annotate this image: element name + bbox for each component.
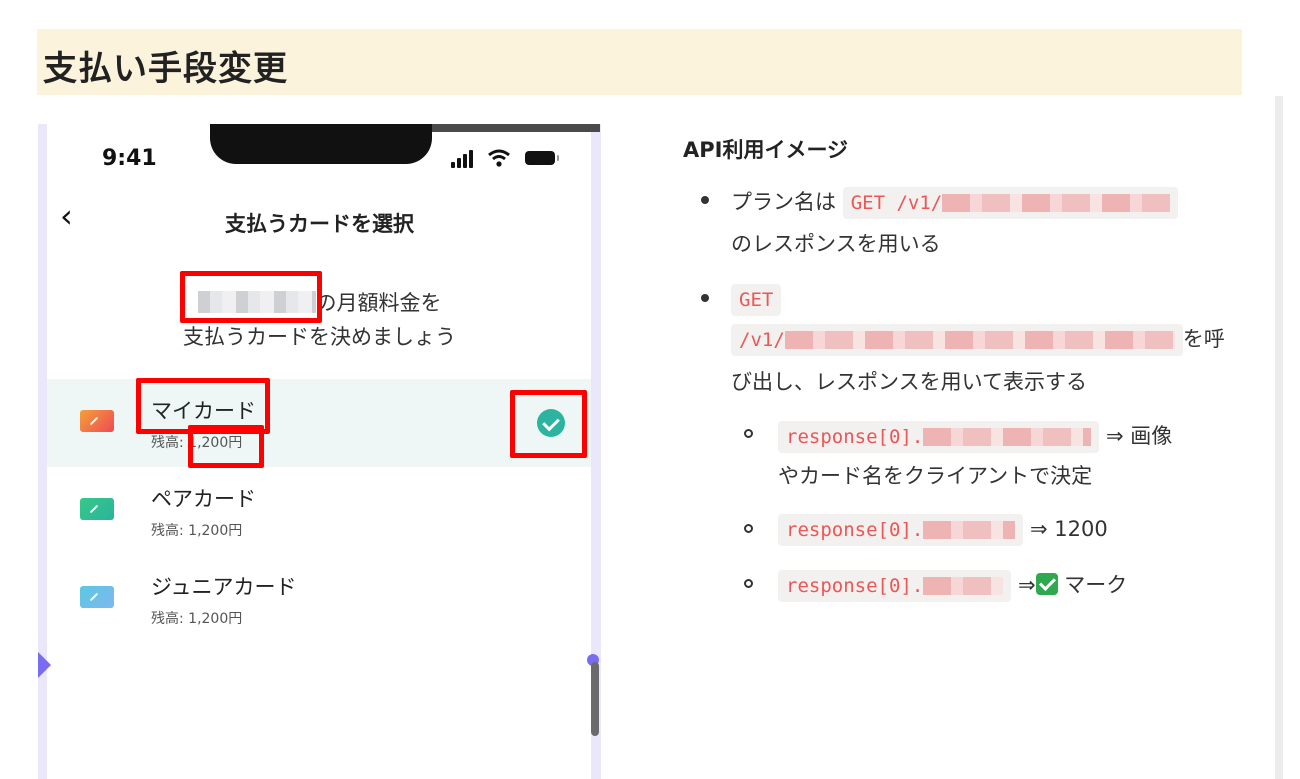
phone-mockup: 9:41 ‹ 支払うカードを選択 の月額料金を 支払うカードを決めましょう マイ… bbox=[38, 124, 601, 779]
bullet1-line1: プラン名は GET /v1/ bbox=[731, 186, 1179, 219]
card-icon bbox=[80, 410, 114, 432]
page-scrollbar[interactable] bbox=[1275, 96, 1283, 779]
code-response-image: response[0]. bbox=[778, 421, 1100, 453]
highlight-box-plan bbox=[180, 271, 322, 323]
bullet2-line2: /v1/を呼 bbox=[731, 323, 1225, 356]
drag-handle-left[interactable] bbox=[38, 652, 51, 678]
card-balance: 残高: 1,200円 bbox=[151, 523, 243, 539]
card-icon bbox=[80, 586, 114, 608]
bullet1-line2: のレスポンスを用いる bbox=[731, 232, 941, 256]
code-response-balance: response[0]. bbox=[778, 514, 1024, 546]
phone-scroll-thumb[interactable] bbox=[591, 662, 599, 736]
card-row-junior-card[interactable]: ジュニアカード 残高: 1,200円 bbox=[47, 555, 591, 643]
card-balance: 残高: 1,200円 bbox=[151, 611, 243, 627]
status-icons bbox=[451, 148, 571, 170]
doc-heading: API利用イメージ bbox=[683, 138, 849, 162]
sub-bullet-dot bbox=[744, 579, 753, 588]
page-title: 支払い手段変更 bbox=[43, 49, 288, 89]
code-response-selected: response[0]. bbox=[778, 570, 1012, 602]
nav-title: 支払うカードを選択 bbox=[225, 212, 414, 236]
code-get-plan: GET /v1/ bbox=[842, 187, 1179, 219]
code-get: GET bbox=[731, 284, 782, 316]
code-v1-path: /v1/ bbox=[731, 324, 1183, 356]
wifi-icon bbox=[488, 149, 510, 167]
status-time: 9:41 bbox=[102, 146, 157, 171]
sub-item-1-line1: response[0]. ⇒ 画像 bbox=[778, 420, 1172, 453]
card-row-pair-card[interactable]: ペアカード 残高: 1,200円 bbox=[47, 467, 591, 555]
sub-item-3: response[0]. ⇒ マーク bbox=[778, 569, 1127, 602]
lead-line-2: 支払うカードを決めましょう bbox=[183, 325, 456, 349]
card-name: ペアカード bbox=[151, 487, 256, 511]
check-mark-icon bbox=[1035, 573, 1058, 595]
bullet2-line1: GET bbox=[731, 284, 782, 316]
signal-icon bbox=[451, 148, 479, 168]
highlight-box-balance bbox=[188, 425, 264, 468]
card-name: ジュニアカード bbox=[151, 575, 297, 599]
bullet-dot bbox=[701, 294, 709, 302]
card-icon bbox=[80, 498, 114, 520]
bullet2-line3: び出し、レスポンスを用いて表示する bbox=[731, 370, 1087, 394]
sub-item-2: response[0]. ⇒ 1200 bbox=[778, 514, 1108, 546]
bullet-dot bbox=[701, 196, 709, 204]
device-notch bbox=[210, 124, 432, 164]
sub-item-1-line2: やカード名をクライアントで決定 bbox=[778, 464, 1093, 488]
battery-icon bbox=[525, 151, 559, 165]
sub-bullet-dot bbox=[744, 524, 753, 533]
page-title-bar: 支払い手段変更 bbox=[37, 29, 1242, 95]
highlight-box-check bbox=[510, 390, 587, 458]
sub-bullet-dot bbox=[744, 429, 753, 438]
